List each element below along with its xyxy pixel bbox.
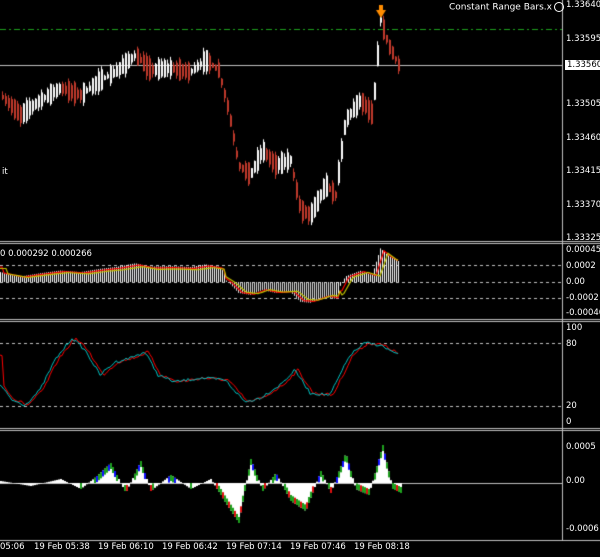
stoch-axis-label: 100 — [566, 323, 583, 333]
time-axis-label: 19 Feb 06:10 — [98, 542, 154, 552]
macd-axis-label: -0.00046 — [566, 308, 600, 318]
price-axis-label: 1.33595 — [566, 34, 600, 44]
price-axis-label: 1.33640 — [566, 0, 600, 10]
indicator-title-text: Constant Range Bars.x — [449, 2, 552, 13]
price-axis-label: 1.33325 — [566, 233, 600, 243]
stoch-axis-label: 80 — [566, 339, 577, 349]
chart-canvas[interactable] — [0, 0, 600, 557]
time-axis-label: 19 Feb 07:14 — [226, 542, 282, 552]
macd-axis-label: 0.00 — [566, 277, 585, 287]
current-price-badge: 1.33560 — [565, 60, 600, 70]
macd-axis-label: 0.0002 — [566, 261, 596, 271]
smiley-icon[interactable] — [553, 2, 564, 12]
hist-axis-label: -0.0006 — [566, 524, 599, 534]
time-axis-label: 19 Feb 05:38 — [34, 542, 90, 552]
stoch-axis-label: 0 — [566, 417, 572, 427]
left-marker-label: it — [2, 167, 8, 177]
price-axis-label: 1.33370 — [566, 200, 600, 210]
indicator-title: Constant Range Bars.x — [449, 2, 564, 13]
price-axis-label: 1.33415 — [566, 166, 600, 176]
macd-axis-label: -0.0002 — [566, 293, 599, 303]
hist-axis-label: 0.00 — [566, 476, 585, 486]
time-axis-label: 05:06 — [0, 542, 25, 552]
macd-axis-label: 0.00045 — [566, 245, 600, 255]
hist-axis-label: 0.0005 — [566, 442, 596, 452]
macd-values-label: 0 0.000292 0.000266 — [0, 249, 92, 259]
time-axis-label: 19 Feb 06:42 — [162, 542, 218, 552]
time-axis-label: 19 Feb 08:18 — [354, 542, 410, 552]
price-axis-label: 1.33505 — [566, 99, 600, 109]
price-axis-label: 1.33460 — [566, 133, 600, 143]
stoch-axis-label: 20 — [566, 401, 577, 411]
time-axis-label: 19 Feb 07:46 — [290, 542, 346, 552]
